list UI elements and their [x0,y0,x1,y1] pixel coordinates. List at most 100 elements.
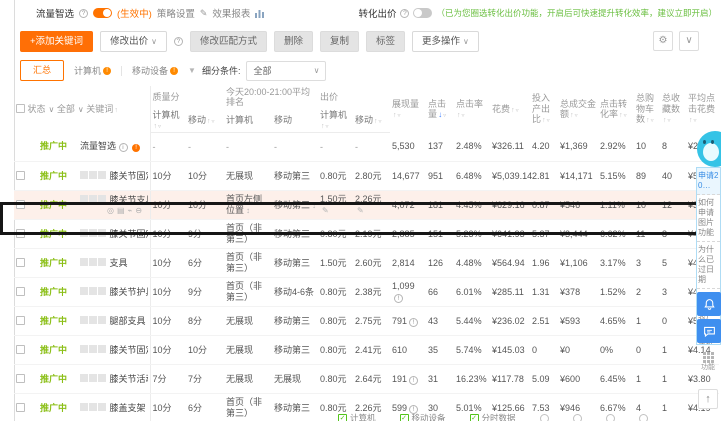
feature-center-widget[interactable]: 功能 [698,352,718,372]
sub-qs-pc[interactable]: 计算机↑▿ [150,108,186,134]
legend-metric-icon[interactable] [539,413,549,421]
info-icon[interactable]: ? [173,37,183,46]
legend-metric-icon[interactable] [638,413,648,421]
row-checkbox[interactable] [16,286,25,296]
row-checkbox[interactable] [16,402,25,412]
more-actions-dropdown[interactable]: 更多操作 ∨ [412,31,479,52]
conversion-bid-toggle[interactable] [413,8,433,18]
col-cart[interactable]: 总购物车数↑▿ [634,86,660,133]
table-row[interactable]: 推广中 腿部支具 10分 8分 无展现 移动第三 0.80元 2.75元 791… [14,306,720,337]
sub-qs-mobile[interactable]: 移动↑▿ [186,108,225,134]
info-icon[interactable]: i [118,143,128,153]
keyword-label[interactable]: 膝关节固定 [110,345,148,355]
delete-button[interactable]: 删除 [273,31,313,52]
keyword-label[interactable]: 膝盖支架 [110,403,146,413]
row-checkbox[interactable] [16,344,25,354]
tab-mobile[interactable]: 移动设备! [128,64,182,77]
table-row[interactable]: 推广中 膝关节活动支具 7分 7分 无展现 无展现 0.80元 2.64元 19… [14,364,720,395]
row-action-icons[interactable]: ◎▤⌁⊖ [107,206,148,216]
row-checkbox[interactable] [16,199,25,209]
col-ctr[interactable]: 点击率↑▿ [454,86,490,133]
col-clicks[interactable]: 点击量↓▿ [426,86,454,133]
notification-bell-button[interactable] [697,292,721,316]
status-filter[interactable]: 状态 ∨ [28,104,55,114]
sub-bid-mobile[interactable]: 移动↑▿ [353,108,391,134]
col-fav[interactable]: 总收藏数↑▿ [660,86,686,133]
info-icon[interactable]: ? [79,8,89,18]
row-checkbox[interactable] [16,373,25,383]
filter-bar: 汇总 计算机! 移动设备! ▼ 细分条件: 全部 ∨ [20,60,327,81]
legend-checkbox-item[interactable]: ✓ 计算机 [338,412,376,421]
keyword-label[interactable]: 膝关节固定器 [110,171,148,181]
table-row[interactable]: 推广中 支具 10分 6分 首页（非第三） 移动第三 1.50元 2.60元 2… [14,248,720,279]
cell-roi: 5.09 [530,364,559,395]
keyword-column-header[interactable]: 关键词↑ [86,104,118,114]
edit-icon[interactable]: ✎ [200,8,208,19]
tab-summary[interactable]: 汇总 [20,60,65,81]
copy-button[interactable]: 复制 [319,31,359,52]
edit-bid-icon[interactable]: ✎ [322,206,329,215]
report-link[interactable]: 效果报表 [212,6,250,20]
cell-cvr: 6.45% [598,364,635,395]
table-row[interactable]: 推广中 膝关节护具 10分 9分 首页（非第三） 移动4-6条 0.80元 2.… [14,277,720,308]
table-row[interactable]: 推广中 膝关节固定支具 10分 9分 首页（非第三） 移动第三 0.80元 2.… [14,219,720,250]
collapse-chevron-icon[interactable]: ∨ [679,31,699,51]
col-cpc[interactable]: 平均点击花费↑▿ [686,86,719,133]
smart-traffic-toggle[interactable] [93,8,113,18]
cell-bid-pc: 1.50元 [318,248,354,279]
col-cost[interactable]: 花费↑▿ [490,86,530,133]
adjust-rank-icon[interactable]: ↕ [246,206,250,215]
keyword-label[interactable]: 支具 [110,258,128,268]
bar-chart-icon [255,9,265,18]
row-checkbox[interactable] [16,315,25,325]
cell-cost: ¥285.11 [490,277,531,308]
chat-support-button[interactable] [697,319,721,343]
product-thumbnails [80,257,107,268]
cell-gmv: ¥3,444 [558,219,599,250]
table-row[interactable]: 推广中 膝关节固定器 10分 10分 无展现 移动第三 0.80元 2.80元 … [14,161,720,192]
col-gmv[interactable]: 总成交金额↑▿ [558,86,598,133]
row-checkbox[interactable] [16,170,25,180]
table-row[interactable]: 推广中 膝关节支具 ◎▤⌁⊖ 10分 10分 首页左侧位置↕ 移动第三↕ 1.5… [14,190,720,221]
assistant-mascot-icon[interactable] [697,131,721,167]
widget-label: 功能 [701,364,715,371]
table-row[interactable]: 推广中 膝关节固定 10分 10分 无展现 移动第三 0.80元 2.41元 6… [14,335,720,366]
keyword-label[interactable]: 膝关节固定支具 [110,229,148,239]
legend-checkbox-item[interactable]: ✓ 分时数据 [469,412,516,421]
col-roi[interactable]: 投入产出比↑▿ [530,86,558,133]
low-impression-icon[interactable]: ! [394,293,404,303]
col-impressions[interactable]: 展现量↑▿ [390,86,426,133]
low-impression-icon[interactable]: ! [409,375,419,385]
modify-bid-dropdown[interactable]: 修改出价 ∨ [100,31,167,52]
row-checkbox[interactable] [16,257,25,267]
strategy-settings-link[interactable]: 策略设置 [157,6,195,20]
tag-button[interactable]: 标签 [365,31,405,52]
low-impression-icon[interactable]: ! [409,317,419,327]
help-faq-item[interactable]: 如何申请图片功能 [697,195,720,242]
help-faq-item[interactable]: 为什么已过日期 [697,242,720,289]
back-to-top-button[interactable]: ↑ [698,389,718,409]
legend-metric-icon[interactable] [605,413,615,421]
keyword-label[interactable]: 腿部支具 [110,316,146,326]
keyword-label[interactable]: 膝关节活动支具 [110,374,148,384]
edit-bid-icon[interactable]: ✎ [357,206,364,215]
legend-metric-icon[interactable] [572,413,582,421]
summary-row: 推广中 流量智选 i ! - - - - - - 5,530 137 2.48%… [14,132,720,163]
modify-match-button[interactable]: 修改匹配方式 [189,31,267,52]
select-all-checkbox[interactable] [16,103,25,113]
info-icon[interactable]: ? [400,8,410,18]
legend-checkbox-item[interactable]: ✓ 移动设备 [399,412,446,421]
keyword-label[interactable]: 膝关节支具 [110,195,148,205]
sub-bid-pc[interactable]: 计算机↑▿ [318,108,354,134]
gear-icon[interactable]: ⚙ [653,31,673,51]
tab-pc[interactable]: 计算机! [70,64,115,77]
row-checkbox[interactable] [16,228,25,238]
segment-filter-select[interactable]: 全部 ∨ [246,60,327,81]
all-filter[interactable]: 全部 ∨ [57,104,84,114]
adjust-rank-icon[interactable]: ↕ [312,201,316,210]
add-keyword-button[interactable]: +添加关键词 [20,31,94,52]
keyword-label[interactable]: 膝关节护具 [110,287,148,297]
col-cvr[interactable]: 点击转化率↑▿ [598,86,634,133]
help-faq-item[interactable]: 申请20… [697,168,720,195]
cell-cost: ¥641.93 [490,219,531,250]
